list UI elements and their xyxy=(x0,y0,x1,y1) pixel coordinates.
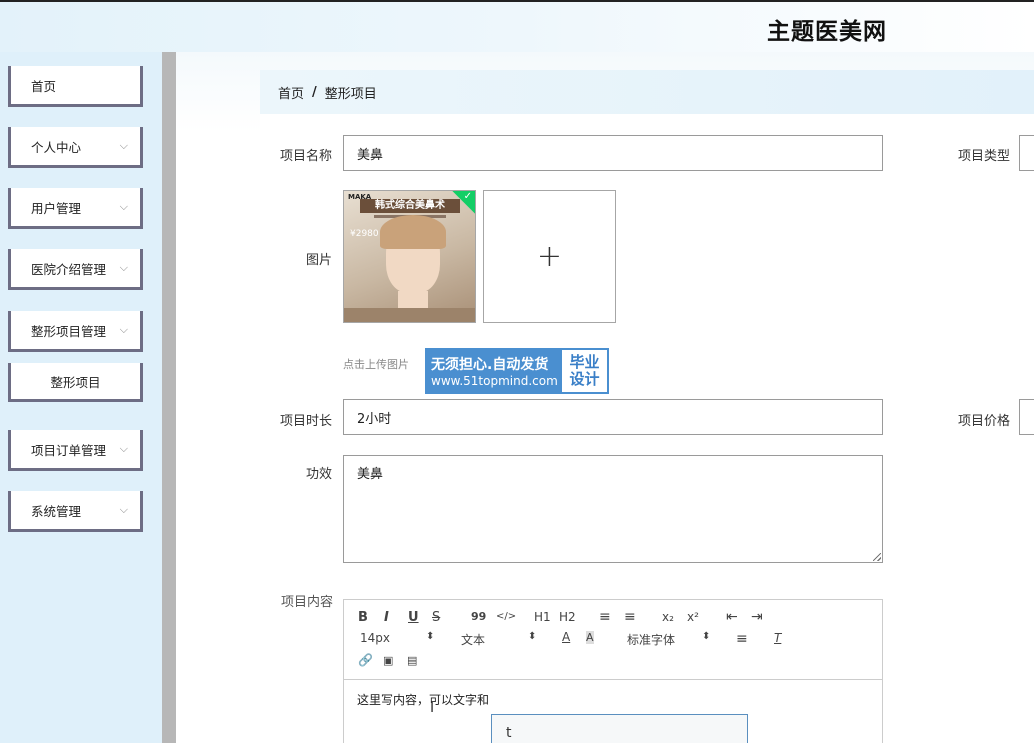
price-label: 项目价格 xyxy=(958,414,1011,429)
project-type-label: 项目类型 xyxy=(958,149,1011,164)
sidebar-item-label: 整形项目 xyxy=(50,374,101,390)
watermark-right2: 设计 xyxy=(569,370,600,388)
sidebar-item-personal-center[interactable]: 个人中心 ⌵ xyxy=(8,127,143,168)
sidebar-item-label: 用户管理 xyxy=(31,200,82,216)
uploaded-image-thumbnail[interactable]: MAKA 韩式综合美鼻术 ¥2980 ✓ xyxy=(343,190,476,323)
chevron-down-icon: ⌵ xyxy=(119,139,128,152)
font-family-arrows-icon: ⬍ xyxy=(702,631,711,642)
image-label: 图片 xyxy=(306,253,333,268)
resize-grip[interactable] xyxy=(873,553,881,561)
sidebar-item-label: 项目订单管理 xyxy=(31,442,107,458)
chevron-down-icon: ⌵ xyxy=(119,323,128,336)
indent-icon[interactable]: ⇥ xyxy=(751,609,763,625)
rich-text-editor: B I U S 99 </> H1 H2 ≡ ≡ x₂ x² ⇤ ⇥ 14px … xyxy=(343,599,883,743)
font-family-select[interactable]: 标准字体 xyxy=(627,631,675,648)
breadcrumb-separator: / xyxy=(312,84,317,100)
text-type-arrows-icon: ⬍ xyxy=(528,631,537,642)
sidebar-item-label: 整形项目管理 xyxy=(31,323,107,339)
ordered-list-icon[interactable]: ≡ xyxy=(599,609,611,625)
duration-input[interactable]: 2小时 xyxy=(343,399,883,435)
h1-button[interactable]: H1 xyxy=(534,610,551,624)
chevron-down-icon: ⌵ xyxy=(119,200,128,213)
breadcrumb: 首页 / 整形项目 xyxy=(260,70,1034,114)
project-type-select[interactable] xyxy=(1019,135,1034,171)
project-name-value: 美鼻 xyxy=(357,147,384,163)
project-name-input[interactable]: 美鼻 xyxy=(343,135,883,171)
text-cursor-icon: I xyxy=(430,700,435,716)
watermark-line2: www.51topmind.com xyxy=(431,374,558,388)
chevron-down-icon: ⌵ xyxy=(119,261,128,274)
font-color-icon[interactable]: A xyxy=(562,630,570,644)
sidebar-item-label: 医院介绍管理 xyxy=(31,261,107,277)
sidebar-scroll-strip xyxy=(162,52,176,743)
project-name-label: 项目名称 xyxy=(280,149,333,164)
sidebar-item-system-management[interactable]: 系统管理 ⌵ xyxy=(8,491,143,532)
sidebar-item-label: 系统管理 xyxy=(31,503,82,519)
breadcrumb-home[interactable]: 首页 xyxy=(278,83,304,102)
font-size-select[interactable]: 14px xyxy=(360,631,390,645)
editor-popup-value: t xyxy=(506,724,512,741)
sidebar-item-order-management[interactable]: 项目订单管理 ⌵ xyxy=(8,430,143,471)
align-icon[interactable]: ≡ xyxy=(736,631,748,647)
watermark-banner: 无须担心.自动发货 www.51topmind.com 毕业 设计 xyxy=(425,348,609,394)
sidebar-item-home[interactable]: 首页 xyxy=(8,66,143,107)
sidebar-subitem-project[interactable]: 整形项目 xyxy=(8,363,143,402)
strike-button[interactable]: S xyxy=(432,610,440,625)
video-icon[interactable]: ▤ xyxy=(407,654,417,667)
site-title: 主题医美网 xyxy=(767,19,887,45)
effect-label: 功效 xyxy=(306,467,333,482)
top-bar: 主题医美网 xyxy=(0,0,1034,52)
thumb-headline: 韩式综合美鼻术 xyxy=(360,199,460,213)
font-size-arrows-icon: ⬍ xyxy=(426,631,435,642)
sidebar-item-label: 首页 xyxy=(31,78,57,94)
link-icon[interactable]: 🔗 xyxy=(358,653,373,667)
watermark-line1: 无须担心.自动发货 xyxy=(431,357,549,373)
italic-button[interactable]: I xyxy=(384,610,389,625)
upload-add-button[interactable]: + xyxy=(483,190,616,323)
text-type-select[interactable]: 文本 xyxy=(461,631,485,648)
underline-button[interactable]: U xyxy=(408,610,419,625)
bullet-list-icon[interactable]: ≡ xyxy=(624,609,636,625)
sidebar-item-hospital-intro[interactable]: 医院介绍管理 ⌵ xyxy=(8,249,143,290)
editor-toolbar: B I U S 99 </> H1 H2 ≡ ≡ x₂ x² ⇤ ⇥ 14px … xyxy=(344,600,882,680)
thumb-model-hair xyxy=(380,215,446,249)
h2-button[interactable]: H2 xyxy=(559,610,576,624)
quote-button[interactable]: 99 xyxy=(471,610,486,623)
breadcrumb-current: 整形项目 xyxy=(324,86,377,102)
clear-format-icon[interactable]: T xyxy=(774,631,781,645)
image-icon[interactable]: ▣ xyxy=(383,654,393,667)
code-button[interactable]: </> xyxy=(496,611,516,622)
background-color-icon[interactable]: A xyxy=(586,631,594,644)
check-icon: ✓ xyxy=(463,191,472,202)
chevron-down-icon: ⌵ xyxy=(119,503,128,516)
bold-button[interactable]: B xyxy=(358,610,368,625)
editor-content[interactable]: 这里写内容，可以文字和 xyxy=(357,691,489,708)
duration-label: 项目时长 xyxy=(280,414,333,429)
content-label: 项目内容 xyxy=(281,595,334,610)
duration-value: 2小时 xyxy=(357,411,392,427)
editor-popup-input[interactable]: t xyxy=(491,714,748,743)
price-input[interactable] xyxy=(1019,399,1034,435)
sidebar-item-label: 个人中心 xyxy=(31,139,82,155)
effect-textarea[interactable]: 美鼻 xyxy=(343,455,883,563)
thumb-footer xyxy=(344,308,475,322)
sidebar-item-project-management[interactable]: 整形项目管理 ⌵ xyxy=(8,311,143,352)
plus-icon: + xyxy=(536,239,563,274)
thumb-price: ¥2980 xyxy=(350,229,379,239)
upload-hint: 点击上传图片 xyxy=(343,358,409,371)
effect-value: 美鼻 xyxy=(357,467,384,482)
superscript-button[interactable]: x² xyxy=(687,610,699,624)
subscript-button[interactable]: x₂ xyxy=(662,610,674,624)
watermark-right1: 毕业 xyxy=(569,353,600,371)
sidebar-item-user-management[interactable]: 用户管理 ⌵ xyxy=(8,188,143,229)
chevron-down-icon: ⌵ xyxy=(119,442,128,455)
outdent-icon[interactable]: ⇤ xyxy=(726,609,738,625)
